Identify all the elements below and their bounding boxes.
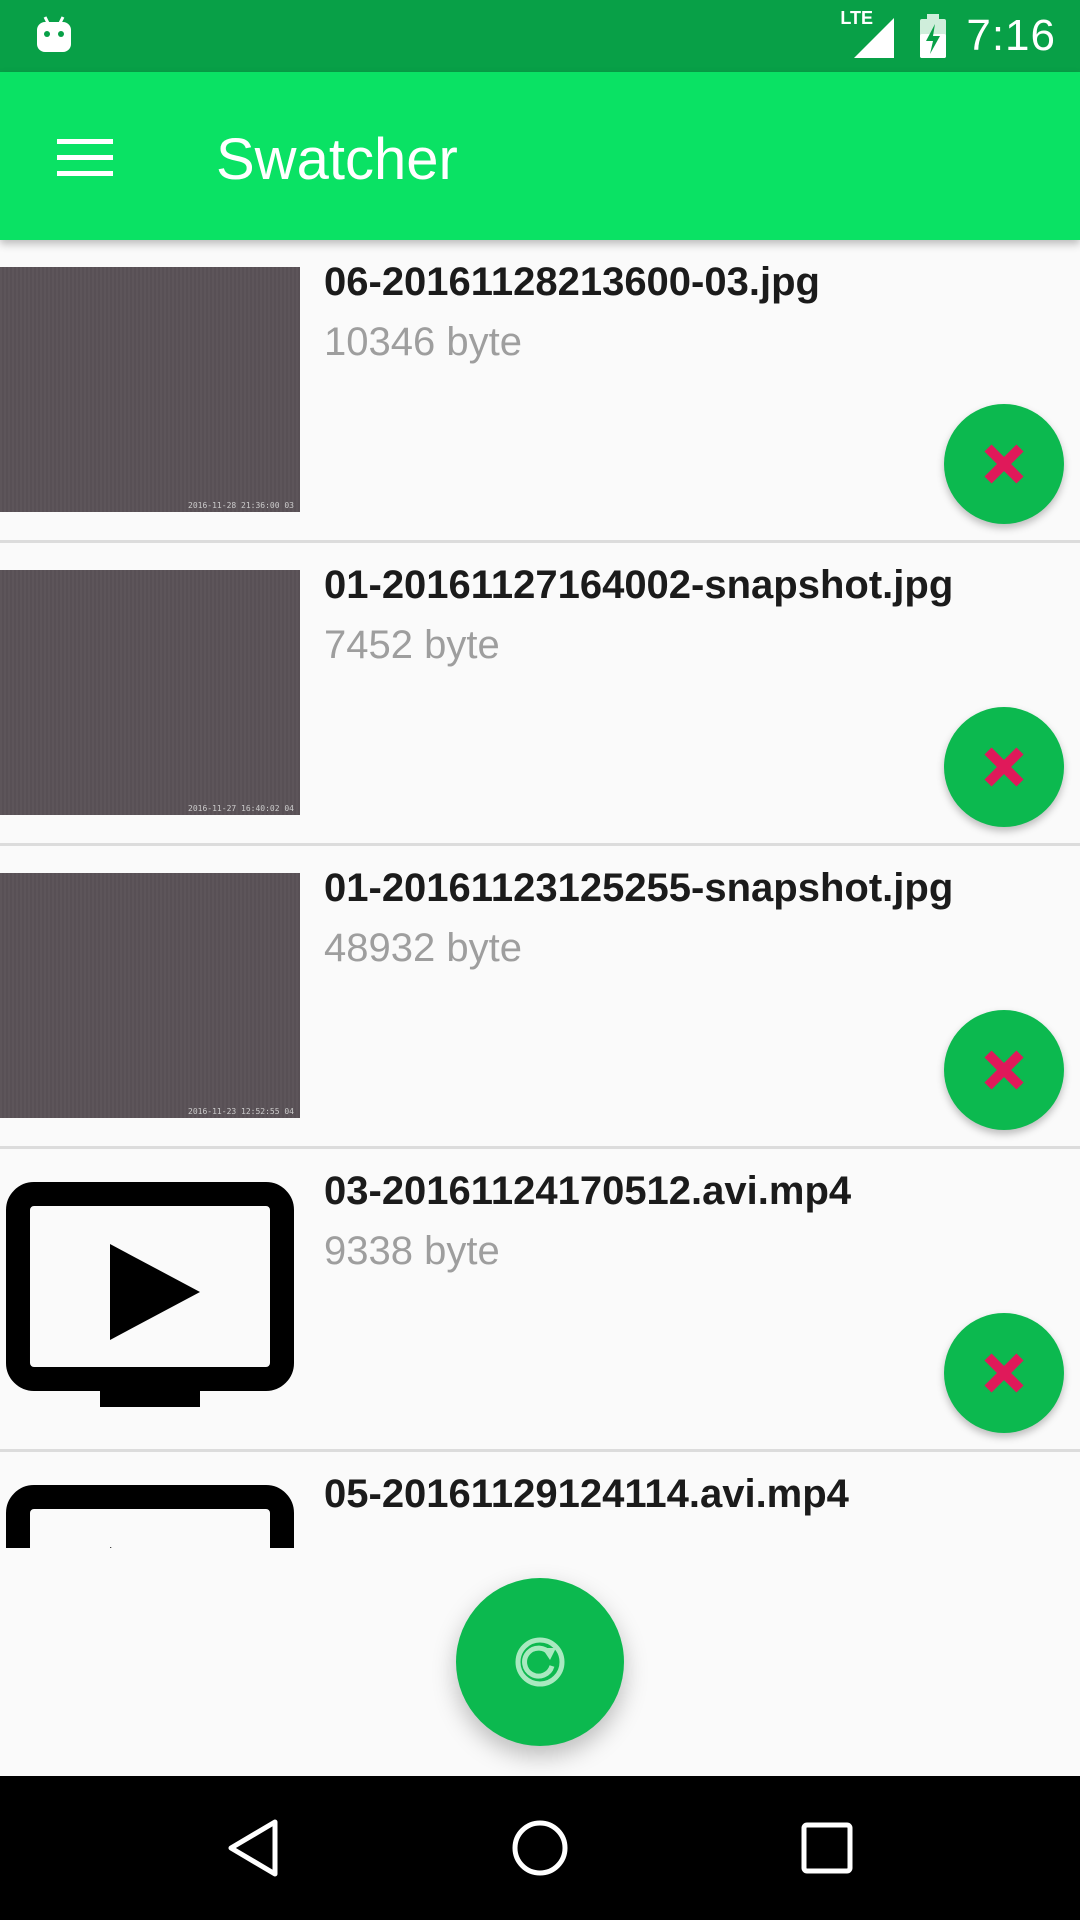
back-button[interactable] xyxy=(198,1793,308,1903)
file-row[interactable]: 2016-11-23 12:52:55 04 01-20161123125255… xyxy=(0,846,1080,1149)
home-icon xyxy=(512,1820,568,1876)
delete-button[interactable] xyxy=(944,404,1064,524)
refresh-icon xyxy=(515,1637,565,1687)
video-thumbnail[interactable] xyxy=(0,1176,300,1421)
thumbnail-timestamp: 2016-11-27 16:40:02 04 xyxy=(188,804,294,813)
file-name: 06-20161128213600-03.jpg xyxy=(324,260,820,304)
thumbnail-timestamp: 2016-11-23 12:52:55 04 xyxy=(188,1107,294,1116)
file-row[interactable]: 2016-11-28 21:36:00 03 06-20161128213600… xyxy=(0,240,1080,543)
signal-icon: LTE xyxy=(840,8,900,60)
status-bar: LTE 7:16 xyxy=(0,0,1080,72)
video-tv-icon xyxy=(6,1485,294,1548)
close-icon xyxy=(984,1353,1024,1393)
file-size: 7452 byte xyxy=(324,623,500,667)
recents-button[interactable] xyxy=(772,1793,882,1903)
file-row[interactable]: 2016-11-27 16:40:02 04 01-20161127164002… xyxy=(0,543,1080,846)
screen: LTE 7:16 Swatcher 2016-11-28 21:36:00 03… xyxy=(0,0,1080,1920)
file-name: 05-20161129124114.avi.mp4 xyxy=(324,1472,849,1516)
photo-thumbnail[interactable]: 2016-11-27 16:40:02 04 xyxy=(0,570,300,815)
close-icon xyxy=(984,747,1024,787)
file-name: 01-20161123125255-snapshot.jpg xyxy=(324,866,954,910)
app-title: Swatcher xyxy=(216,127,458,192)
close-icon xyxy=(984,444,1024,484)
photo-thumbnail[interactable]: 2016-11-23 12:52:55 04 xyxy=(0,873,300,1118)
android-robot-icon xyxy=(37,16,71,52)
file-size: 48932 byte xyxy=(324,926,522,970)
status-icons: LTE 7:16 xyxy=(840,0,1056,72)
file-size: 9338 byte xyxy=(324,1229,500,1273)
close-icon xyxy=(984,1050,1024,1090)
photo-thumbnail[interactable]: 2016-11-28 21:36:00 03 xyxy=(0,267,300,512)
delete-button[interactable] xyxy=(944,707,1064,827)
delete-button[interactable] xyxy=(944,1313,1064,1433)
refresh-button[interactable] xyxy=(456,1578,624,1746)
navigation-bar xyxy=(0,1776,1080,1920)
delete-button[interactable] xyxy=(944,1010,1064,1130)
file-row[interactable]: 03-20161124170512.avi.mp4 9338 byte xyxy=(0,1149,1080,1452)
file-size: 10346 byte xyxy=(324,320,522,364)
file-list[interactable]: 2016-11-28 21:36:00 03 06-20161128213600… xyxy=(0,240,1080,1548)
file-name: 03-20161124170512.avi.mp4 xyxy=(324,1169,852,1213)
status-time: 7:16 xyxy=(966,11,1056,60)
hamburger-menu-icon xyxy=(57,139,113,176)
video-thumbnail[interactable] xyxy=(0,1479,300,1548)
battery-charging-icon xyxy=(920,14,947,58)
app-bar: Swatcher xyxy=(0,72,1080,240)
back-icon xyxy=(228,1819,278,1877)
file-name: 01-20161127164002-snapshot.jpg xyxy=(324,563,954,607)
recents-icon xyxy=(801,1822,853,1874)
home-button[interactable] xyxy=(485,1793,595,1903)
thumbnail-timestamp: 2016-11-28 21:36:00 03 xyxy=(188,501,294,510)
video-tv-icon xyxy=(6,1182,294,1407)
menu-button[interactable] xyxy=(40,112,130,202)
file-row[interactable]: 05-20161129124114.avi.mp4 xyxy=(0,1452,1080,1548)
